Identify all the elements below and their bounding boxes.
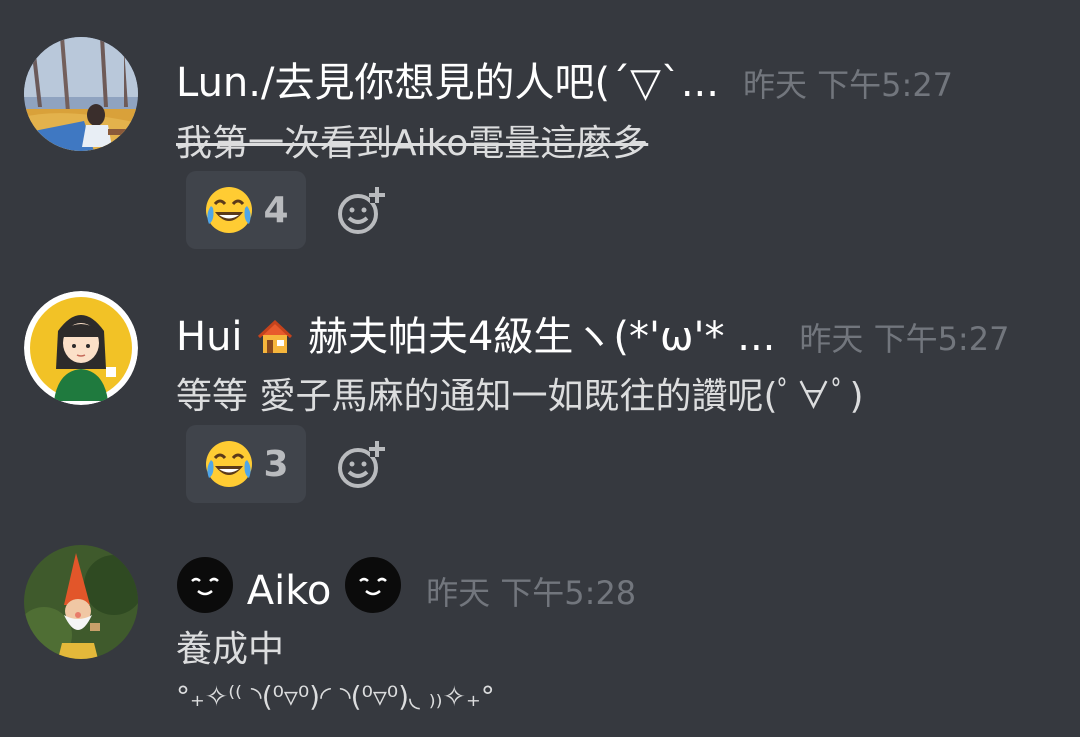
add-reaction-button[interactable]: [336, 185, 388, 237]
timestamp: 昨天 下午5:28: [426, 574, 637, 612]
face-with-tears-of-joy-icon: [203, 184, 255, 236]
username[interactable]: Aiko: [176, 556, 402, 614]
username[interactable]: Hui 赫夫帕夫4級生ヽ(*'ω'* ...: [176, 304, 775, 362]
reaction-count: 4: [263, 189, 289, 231]
house-icon: [255, 316, 295, 356]
avatar-hui[interactable]: [24, 291, 138, 405]
kaomoji-line: °₊✧⁽⁽ ◝(⁰▿⁰)◜ ◝(⁰▿⁰)◟ ₎₎✧₊°: [176, 680, 495, 713]
message-header: Aiko 昨天 下午5:28: [176, 556, 636, 614]
add-reaction-button[interactable]: [336, 439, 388, 491]
reaction-button[interactable]: 3: [186, 425, 306, 503]
black-smiley-icon: [176, 556, 234, 614]
message-header: Lun./去見你想見的人吧(´▽`... 昨天 下午5:27: [176, 50, 953, 108]
add-reaction-icon: [338, 187, 385, 234]
avatar-lun[interactable]: [24, 37, 138, 151]
avatar-aiko[interactable]: [24, 545, 138, 659]
timestamp: 昨天 下午5:27: [743, 66, 954, 104]
black-smiley-icon: [344, 556, 402, 614]
username-text: Aiko: [246, 568, 332, 614]
face-with-tears-of-joy-icon: [203, 438, 255, 490]
add-reaction-icon: [338, 441, 385, 488]
reaction-button[interactable]: 4: [186, 171, 306, 249]
message-content: 養成中: [176, 629, 285, 670]
message-header: Hui 赫夫帕夫4級生ヽ(*'ω'* ... 昨天 下午5:27: [176, 304, 1009, 362]
username-suffix: 赫夫帕夫4級生ヽ(*'ω'* ...: [307, 314, 776, 360]
reaction-count: 3: [263, 443, 289, 485]
message-content: 等等 愛子馬麻的通知一如既往的讚呢(ﾟ∀ﾟ): [176, 376, 864, 417]
timestamp: 昨天 下午5:27: [799, 320, 1010, 358]
username-prefix: Hui: [176, 314, 243, 360]
username[interactable]: Lun./去見你想見的人吧(´▽`...: [176, 50, 719, 108]
message-content: 我第一次看到Aiko電量這麼多: [176, 123, 649, 164]
